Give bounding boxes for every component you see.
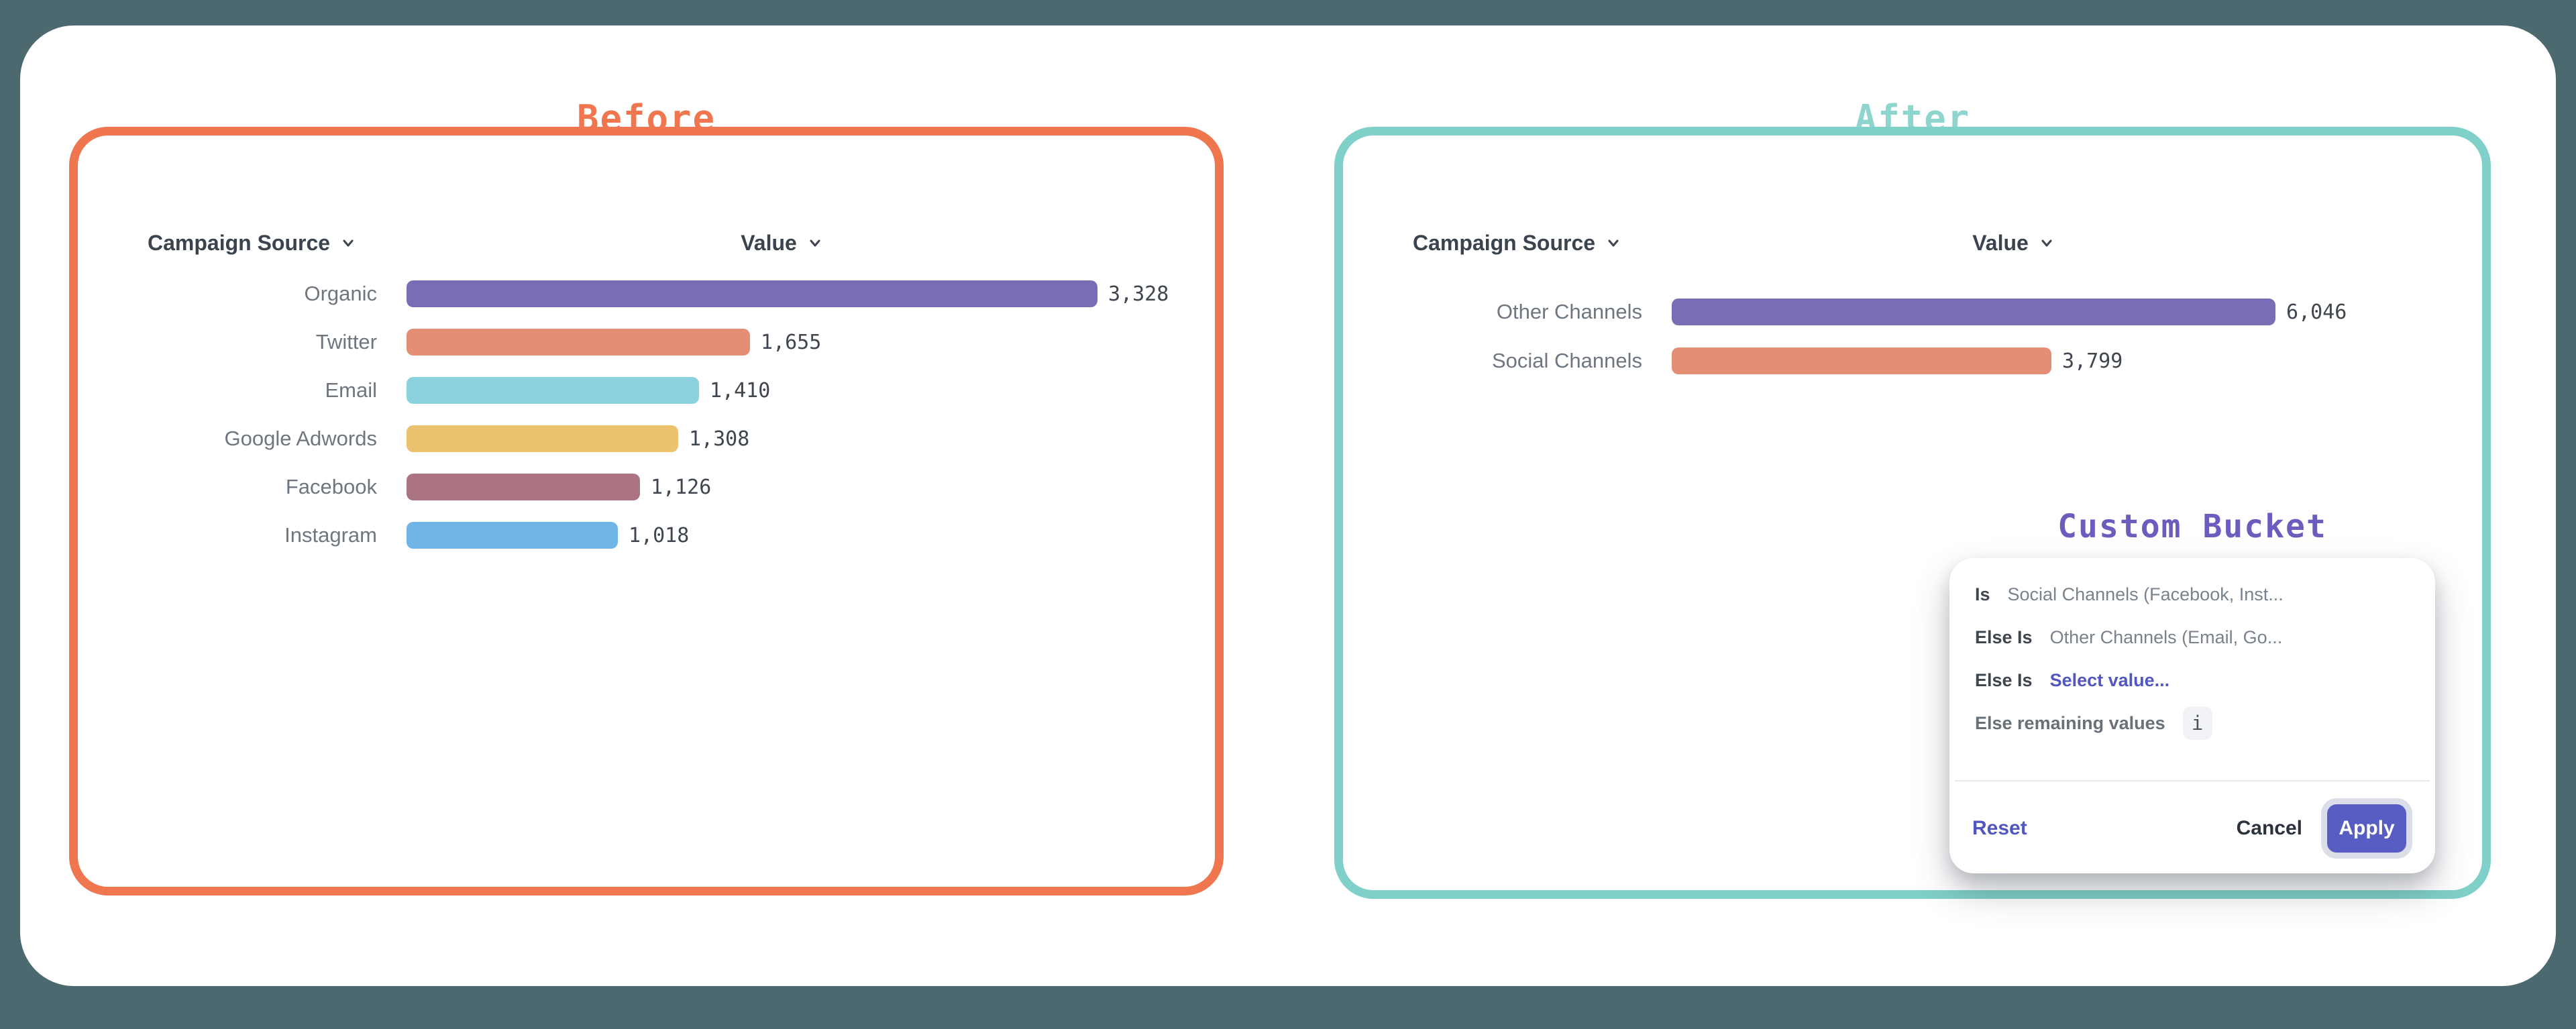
before-measure-header[interactable]: Value bbox=[682, 227, 883, 258]
after-bar-chart: Other Channels 6,046 Social Channels 3,7… bbox=[1343, 299, 2482, 396]
bar-value: 1,655 bbox=[761, 331, 821, 354]
canvas-card: Before Campaign Source Value Organic 3,3… bbox=[20, 25, 2556, 986]
bar-value: 1,018 bbox=[629, 524, 689, 547]
custom-bucket-title: Custom Bucket bbox=[1949, 506, 2435, 547]
table-row: Google Adwords 1,308 bbox=[78, 425, 1215, 452]
bar-value: 3,328 bbox=[1108, 282, 1169, 306]
bucket-rule-row: Else remaining values i bbox=[1975, 702, 2410, 745]
chevron-down-icon bbox=[806, 234, 824, 252]
chevron-down-icon bbox=[339, 234, 357, 252]
bar-other-channels[interactable] bbox=[1672, 299, 2275, 325]
bar-google-adwords[interactable] bbox=[407, 425, 678, 452]
dialog-divider bbox=[1955, 780, 2430, 781]
table-row: Twitter 1,655 bbox=[78, 329, 1215, 356]
bar-organic[interactable] bbox=[407, 280, 1097, 307]
bar-facebook[interactable] bbox=[407, 474, 640, 500]
table-row: Other Channels 6,046 bbox=[1343, 299, 2482, 325]
row-label: Google Adwords bbox=[78, 427, 377, 451]
before-dimension-header[interactable]: Campaign Source bbox=[148, 227, 357, 258]
dialog-footer: Reset Cancel Apply bbox=[1949, 783, 2435, 873]
bucket-rule-operator: Is bbox=[1975, 584, 1990, 605]
table-row: Instagram 1,018 bbox=[78, 522, 1215, 549]
bar-email[interactable] bbox=[407, 377, 699, 404]
chevron-down-icon bbox=[2038, 234, 2055, 252]
bar-social-channels[interactable] bbox=[1672, 347, 2051, 374]
bucket-rules-list: Is Social Channels (Facebook, Inst... El… bbox=[1949, 558, 2435, 745]
table-row: Facebook 1,126 bbox=[78, 474, 1215, 500]
after-dimension-header[interactable]: Campaign Source bbox=[1413, 227, 1622, 258]
before-measure-header-label: Value bbox=[741, 231, 797, 256]
cancel-button[interactable]: Cancel bbox=[2237, 817, 2302, 840]
reset-button[interactable]: Reset bbox=[1972, 817, 2027, 840]
after-measure-header-label: Value bbox=[1972, 231, 2029, 256]
table-row: Organic 3,328 bbox=[78, 280, 1215, 307]
after-dimension-header-label: Campaign Source bbox=[1413, 231, 1595, 256]
bucket-rule-value[interactable]: Social Channels (Facebook, Inst... bbox=[2008, 584, 2284, 605]
row-label: Organic bbox=[78, 282, 377, 306]
before-panel: Campaign Source Value Organic 3,328 Twit… bbox=[69, 127, 1224, 896]
bar-value: 1,410 bbox=[710, 379, 770, 402]
bucket-rule-operator: Else Is bbox=[1975, 670, 2033, 691]
bar-value: 6,046 bbox=[2286, 301, 2347, 324]
row-label: Instagram bbox=[78, 523, 377, 547]
chevron-down-icon bbox=[1605, 234, 1622, 252]
bar-value: 1,308 bbox=[689, 427, 749, 451]
bucket-rule-row: Else Is Other Channels (Email, Go... bbox=[1975, 616, 2410, 659]
before-dimension-header-label: Campaign Source bbox=[148, 231, 330, 256]
bucket-rule-value[interactable]: Other Channels (Email, Go... bbox=[2050, 627, 2283, 648]
row-label: Social Channels bbox=[1343, 349, 1642, 373]
after-measure-header[interactable]: Value bbox=[1913, 227, 2114, 258]
bar-instagram[interactable] bbox=[407, 522, 618, 549]
bucket-rule-row: Is Social Channels (Facebook, Inst... bbox=[1975, 573, 2410, 616]
bar-value: 3,799 bbox=[2062, 349, 2123, 373]
bucket-rule-row: Else Is Select value... bbox=[1975, 659, 2410, 702]
bucket-remaining-label: Else remaining values bbox=[1975, 713, 2165, 734]
row-label: Email bbox=[78, 378, 377, 402]
row-label: Facebook bbox=[78, 475, 377, 499]
info-icon[interactable]: i bbox=[2183, 706, 2212, 740]
table-row: Social Channels 3,799 bbox=[1343, 347, 2482, 374]
custom-bucket-dialog: Is Social Channels (Facebook, Inst... El… bbox=[1949, 558, 2435, 873]
bucket-rule-operator: Else Is bbox=[1975, 627, 2033, 648]
before-bar-chart: Organic 3,328 Twitter 1,655 Email 1,410 … bbox=[78, 280, 1215, 570]
row-label: Other Channels bbox=[1343, 300, 1642, 324]
select-value-link[interactable]: Select value... bbox=[2050, 670, 2170, 691]
bar-value: 1,126 bbox=[651, 476, 711, 499]
apply-button[interactable]: Apply bbox=[2327, 804, 2406, 853]
row-label: Twitter bbox=[78, 330, 377, 354]
info-icon-glyph: i bbox=[2192, 712, 2203, 735]
before-table-header: Campaign Source Value bbox=[78, 227, 1215, 258]
table-row: Email 1,410 bbox=[78, 377, 1215, 404]
after-table-header: Campaign Source Value bbox=[1343, 227, 2482, 258]
bar-twitter[interactable] bbox=[407, 329, 750, 356]
